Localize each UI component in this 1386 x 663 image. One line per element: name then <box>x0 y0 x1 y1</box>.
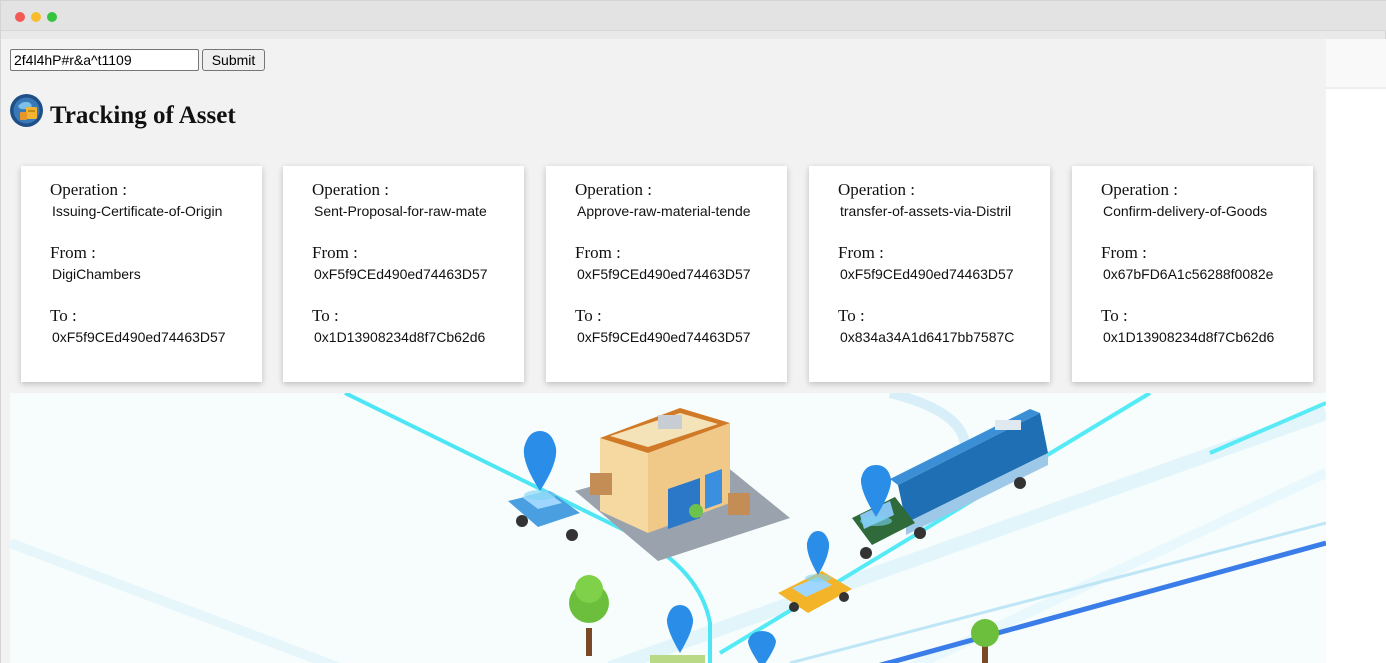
to-label: To : <box>1101 306 1128 325</box>
from-value: 0xF5f9CEd490ed74463D57 <box>840 266 1014 282</box>
from-value: 0x67bFD6A1c56288f0082e <box>1103 266 1274 282</box>
to-label: To : <box>50 306 77 325</box>
road-line <box>1209 401 1326 455</box>
operation-value: Sent-Proposal-for-raw-mate <box>314 203 487 219</box>
page-title: Tracking of Asset <box>50 102 236 129</box>
operation-label: Operation : <box>1101 180 1178 199</box>
from-value: 0xF5f9CEd490ed74463D57 <box>314 266 488 282</box>
to-value: 0xF5f9CEd490ed74463D57 <box>52 329 226 345</box>
to-value: 0x1D13908234d8f7Cb62d6 <box>314 329 486 345</box>
from-value: 0xF5f9CEd490ed74463D57 <box>577 266 751 282</box>
to-value: 0x1D13908234d8f7Cb62d6 <box>1103 329 1275 345</box>
minimize-window-button[interactable] <box>31 12 41 22</box>
tree-icon <box>569 575 609 656</box>
operation-value: Confirm-delivery-of-Goods <box>1103 203 1268 219</box>
box-icon <box>590 473 612 495</box>
key-input[interactable] <box>10 49 199 71</box>
close-window-button[interactable] <box>15 12 25 22</box>
operation-card-4: Operation : transfer-of-assets-via-Distr… <box>809 166 1050 382</box>
from-label: From : <box>50 243 96 262</box>
operation-card-2: Operation : Sent-Proposal-for-raw-mate F… <box>283 166 524 382</box>
to-value: 0x834a34A1d6417bb7587C <box>840 329 1015 345</box>
operation-label: Operation : <box>312 180 389 199</box>
box-icon <box>728 493 750 515</box>
from-label: From : <box>575 243 621 262</box>
to-value: 0xF5f9CEd490ed74463D57 <box>577 329 751 345</box>
operation-label: Operation : <box>575 180 652 199</box>
side-panel-strip <box>1326 39 1386 89</box>
tree-icon <box>689 504 703 518</box>
to-label: To : <box>312 306 339 325</box>
from-label: From : <box>312 243 358 262</box>
road-line <box>718 393 1152 655</box>
road-line <box>878 540 1326 663</box>
page-viewport: Submit Tracking of Asset Operation : Iss… <box>1 39 1326 663</box>
location-pin-icon <box>523 431 557 500</box>
side-panel <box>1326 39 1386 663</box>
roof-vent-icon <box>658 415 682 429</box>
to-label: To : <box>575 306 602 325</box>
logistics-illustration <box>10 393 1326 663</box>
operation-card-3: Operation : Approve-raw-material-tende F… <box>546 166 787 382</box>
operation-card-1: Operation : Issuing-Certificate-of-Origi… <box>21 166 262 382</box>
asset-globe-icon <box>10 94 43 127</box>
operation-label: Operation : <box>838 180 915 199</box>
submit-button[interactable]: Submit <box>202 49 265 71</box>
from-value: DigiChambers <box>52 266 141 282</box>
location-pin-icon <box>748 631 776 663</box>
operation-card-5: Operation : Confirm-delivery-of-Goods Fr… <box>1072 166 1313 382</box>
window-titlebar <box>1 1 1386 31</box>
maximize-window-button[interactable] <box>47 12 57 22</box>
operation-label: Operation : <box>50 180 127 199</box>
from-label: From : <box>1101 243 1147 262</box>
operation-value: transfer-of-assets-via-Distril <box>840 203 1012 219</box>
from-label: From : <box>838 243 884 262</box>
browser-window: Submit Tracking of Asset Operation : Iss… <box>0 0 1386 663</box>
operation-value: Issuing-Certificate-of-Origin <box>52 203 223 219</box>
tree-icon <box>971 619 999 663</box>
to-label: To : <box>838 306 865 325</box>
logistics-scene <box>10 393 1326 663</box>
operation-value: Approve-raw-material-tende <box>577 203 751 219</box>
